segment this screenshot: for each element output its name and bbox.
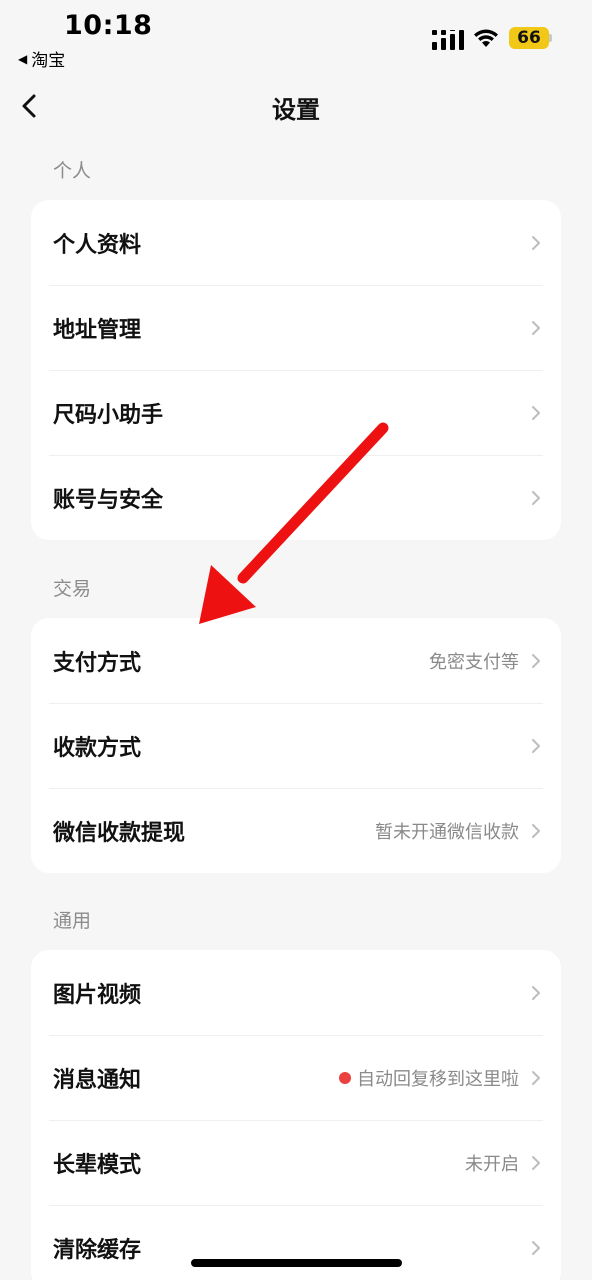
status-bar: 10:18 ◀ 淘宝 66 [0,0,592,71]
settings-row-account-security[interactable]: 账号与安全 [31,455,561,540]
row-label: 消息通知 [53,1067,142,1093]
card-personal: 个人资料 地址管理 尺码小助手 账号与安全 [31,200,561,540]
page-title: 设置 [272,96,320,124]
settings-row-payment-method[interactable]: 支付方式 免密支付等 [31,618,561,703]
battery-icon: 66 [509,27,549,49]
row-label: 长辈模式 [53,1152,142,1178]
settings-row-image-video[interactable]: 图片视频 [31,950,561,1035]
chevron-right-icon [532,405,540,420]
chevron-right-icon [532,653,540,668]
row-value: 免密支付等 [429,651,519,673]
section-title-personal: 个人 [53,160,92,182]
settings-row-elder-mode[interactable]: 长辈模式 未开启 [31,1120,561,1205]
section-title-general: 通用 [53,910,92,932]
back-to-app-link[interactable]: ◀ 淘宝 [18,46,65,71]
section-title-trade: 交易 [53,578,92,600]
chevron-right-icon [532,1155,540,1170]
chevron-right-icon [532,490,540,505]
settings-row-address[interactable]: 地址管理 [31,285,561,370]
settings-row-clear-cache[interactable]: 清除缓存 [31,1205,561,1280]
row-label: 支付方式 [53,650,142,676]
settings-row-receive-method[interactable]: 收款方式 [31,703,561,788]
back-app-label: 淘宝 [31,51,66,71]
row-label: 图片视频 [53,982,142,1008]
settings-row-notifications[interactable]: 消息通知 自动回复移到这里啦 [31,1035,561,1120]
card-general: 图片视频 消息通知 自动回复移到这里啦 长辈模式 未开启 清除缓存 [31,950,561,1280]
chevron-right-icon [532,235,540,250]
battery-tip [549,34,552,42]
row-label: 个人资料 [53,232,142,258]
cellular-signal-icon [432,30,464,50]
row-label: 地址管理 [53,317,142,343]
card-trade: 支付方式 免密支付等 收款方式 微信收款提现 暂未开通微信收款 [31,618,561,873]
row-label: 收款方式 [53,735,142,761]
wifi-icon [474,29,498,47]
home-indicator[interactable] [191,1259,402,1267]
row-value: 自动回复移到这里啦 [357,1068,519,1090]
settings-row-size-helper[interactable]: 尺码小助手 [31,370,561,455]
status-time: 10:18 [64,10,153,41]
row-label: 尺码小助手 [53,402,164,428]
chevron-right-icon [532,823,540,838]
back-triangle-icon: ◀ [18,51,28,66]
chevron-right-icon [532,1240,540,1255]
row-label: 微信收款提现 [53,820,186,846]
chevron-right-icon [532,320,540,335]
chevron-right-icon [532,1070,540,1085]
settings-row-wechat-withdraw[interactable]: 微信收款提现 暂未开通微信收款 [31,788,561,873]
nav-bar: 设置 [0,78,592,134]
row-label: 清除缓存 [53,1237,142,1263]
chevron-right-icon [532,985,540,1000]
unread-dot-icon [339,1071,351,1084]
row-value: 暂未开通微信收款 [375,821,519,843]
row-value: 未开启 [465,1153,519,1175]
row-label: 账号与安全 [53,487,164,513]
chevron-right-icon [532,738,540,753]
settings-row-profile[interactable]: 个人资料 [31,200,561,285]
